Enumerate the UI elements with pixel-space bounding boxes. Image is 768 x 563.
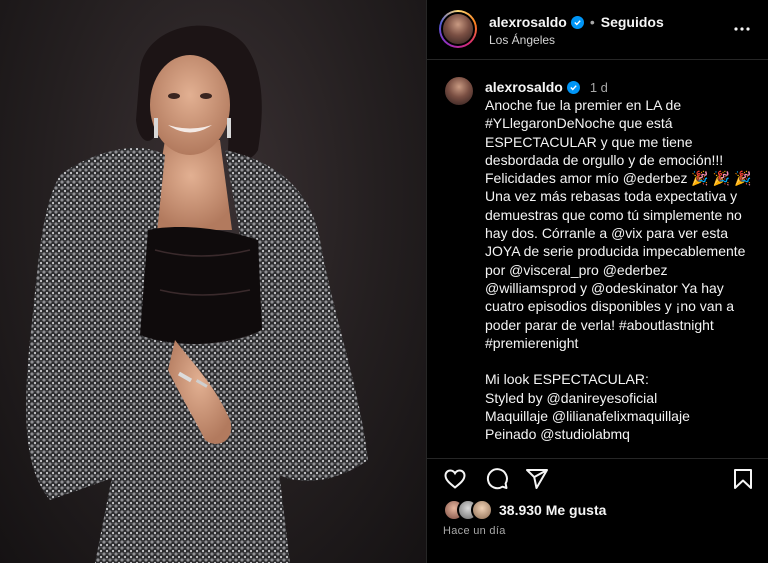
verified-badge-icon: [570, 15, 584, 29]
caption-header: alexrosaldo 1 d: [485, 79, 608, 95]
post-photo[interactable]: [0, 0, 426, 563]
header-user-row: alexrosaldo • Seguidos: [489, 14, 664, 30]
caption-timestamp[interactable]: 1 d: [590, 80, 608, 95]
liker-avatar[interactable]: [471, 499, 493, 521]
caption-author-avatar[interactable]: [443, 75, 475, 107]
bookmark-icon[interactable]: [731, 467, 755, 491]
share-icon[interactable]: [525, 467, 549, 491]
author-avatar[interactable]: [441, 12, 475, 46]
likes-count[interactable]: 38.930 Me gusta: [499, 502, 606, 518]
likes-label: Me gusta: [545, 502, 607, 518]
woman-in-sequin-outfit-image: [26, 25, 368, 563]
comment-icon[interactable]: [485, 467, 509, 491]
heart-icon[interactable]: [443, 467, 467, 491]
following-button[interactable]: Seguidos: [601, 14, 664, 30]
post-location[interactable]: Los Ángeles: [489, 33, 555, 47]
more-horizontal-icon[interactable]: [733, 20, 751, 38]
post-side-panel: alexrosaldo • Seguidos Los Ángeles alexr…: [426, 0, 768, 563]
post-time-ago[interactable]: Hace un día: [443, 525, 506, 537]
author-username[interactable]: alexrosaldo: [489, 14, 567, 30]
liker-avatars[interactable]: [443, 499, 495, 521]
likes-number: 38.930: [499, 502, 542, 518]
verified-badge-icon: [566, 80, 580, 94]
story-ring[interactable]: [439, 10, 477, 48]
caption-username[interactable]: alexrosaldo: [485, 79, 563, 95]
post-header: alexrosaldo • Seguidos Los Ángeles: [427, 0, 768, 60]
caption-section: alexrosaldo 1 d Anoche fue la premier en…: [427, 60, 768, 458]
caption-text: Anoche fue la premier en LA de #YLlegaro…: [485, 97, 752, 443]
separator-dot: •: [589, 14, 595, 30]
post-actions: 38.930 Me gusta Hace un día: [427, 458, 768, 563]
